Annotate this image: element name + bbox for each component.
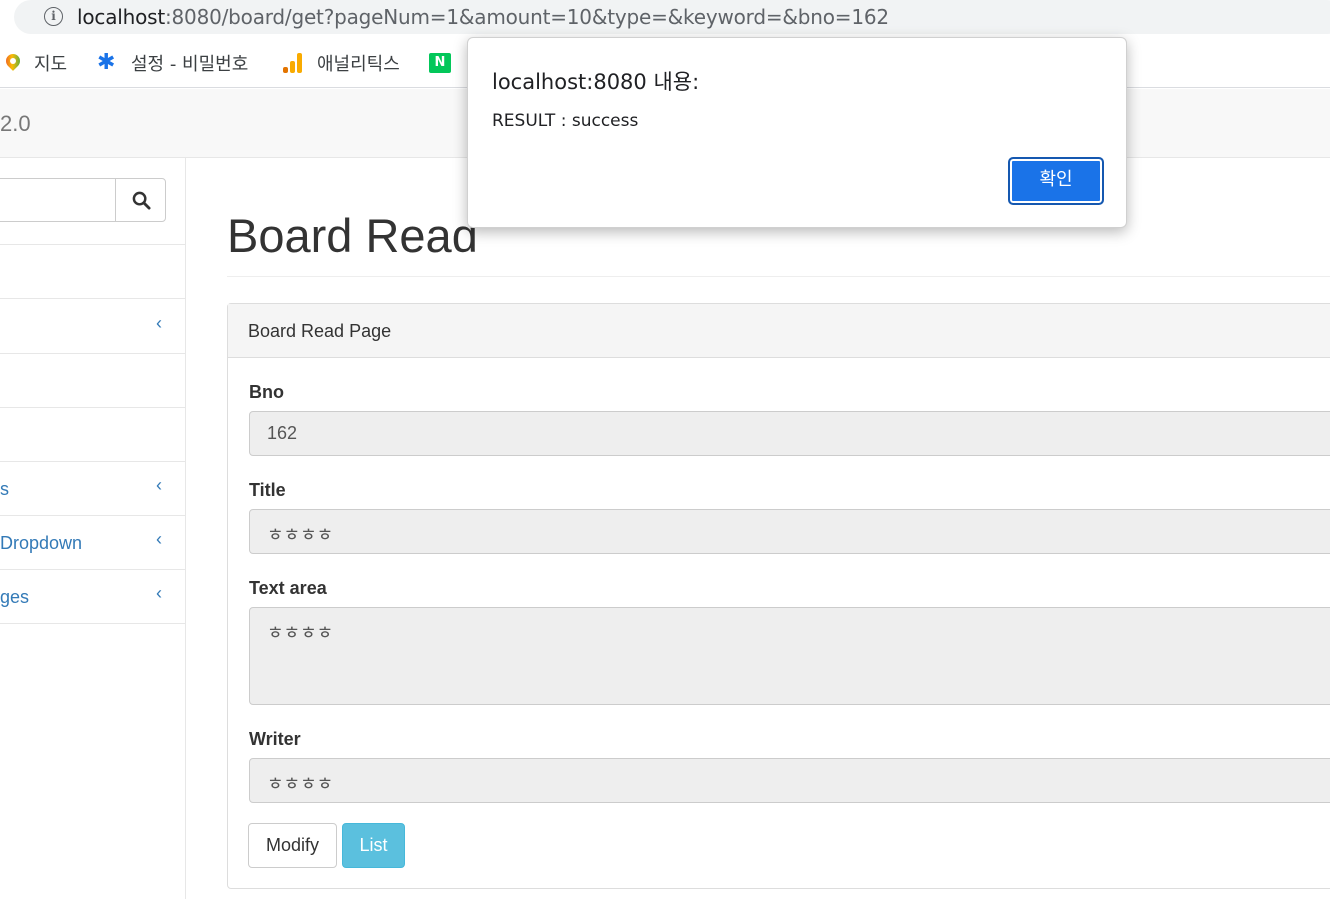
url-path: :8080/board/get?pageNum=1&amount=10&type… (164, 5, 889, 29)
modify-button[interactable]: Modify (248, 823, 337, 868)
board-read-panel: Board Read Page Bno 162 Title ㅎㅎㅎㅎ Text … (227, 303, 1330, 889)
content-textarea: ㅎㅎㅎㅎ (249, 607, 1330, 705)
main-content: Board Read Board Read Page Bno 162 Title… (187, 158, 1330, 899)
dialog-message: RESULT : success (492, 111, 639, 131)
bookmark-label: 지도 (34, 54, 68, 75)
panel-heading: Board Read Page (228, 304, 1330, 358)
dialog-title: localhost:8080 내용: (492, 70, 700, 94)
sidebar-item-label: s (0, 479, 9, 499)
navbar-brand[interactable]: 2.0 (0, 111, 31, 137)
writer-label: Writer (249, 729, 301, 749)
content-label: Text area (249, 578, 327, 598)
search-icon (132, 191, 151, 210)
sidebar-item-dropdown[interactable]: Dropdown ‹ (0, 515, 186, 570)
url-host: localhost (77, 5, 165, 29)
panel-title: Board Read Page (248, 321, 392, 341)
browser-address-bar: i localhost:8080/board/get?pageNum=1&amo… (0, 0, 1330, 36)
bookmark-analytics[interactable]: 애널리틱스 (283, 48, 400, 78)
title-label: Title (249, 480, 286, 500)
search-input[interactable] (0, 178, 116, 222)
url-text[interactable]: localhost:8080/board/get?pageNum=1&amoun… (77, 5, 889, 29)
bno-label: Bno (249, 382, 284, 402)
sidebar-item-pages[interactable]: ges ‹ (0, 569, 186, 624)
bookmark-naver[interactable]: N (429, 48, 465, 78)
sidebar-item-3[interactable] (0, 353, 186, 408)
bookmark-label: 설정 - 비밀번호 (131, 54, 249, 75)
sidebar-item-label: ges (0, 587, 30, 607)
dialog-ok-button[interactable]: 확인 (1008, 157, 1104, 205)
sidebar-item-1[interactable] (0, 244, 186, 299)
bookmark-maps[interactable]: 지도 (6, 48, 67, 78)
sidebar-search (0, 178, 166, 222)
bookmark-label: 애널리틱스 (317, 54, 400, 75)
analytics-bars-icon (283, 53, 303, 73)
search-button[interactable] (115, 178, 166, 222)
title-field: ㅎㅎㅎㅎ (249, 509, 1330, 554)
url-field[interactable]: i localhost:8080/board/get?pageNum=1&amo… (14, 0, 1330, 34)
sidebar-item-4[interactable] (0, 407, 186, 462)
gear-icon: ✱ (97, 50, 116, 75)
sidebar: ‹ s ‹ Dropdown ‹ ges ‹ (0, 158, 186, 899)
chevron-left-icon: ‹ (156, 313, 162, 333)
sidebar-item-5[interactable]: s ‹ (0, 461, 186, 516)
chevron-left-icon: ‹ (156, 475, 162, 495)
chevron-left-icon: ‹ (156, 529, 162, 549)
alert-dialog: localhost:8080 내용: RESULT : success 확인 (467, 37, 1127, 228)
site-info-icon[interactable]: i (44, 7, 63, 26)
naver-icon: N (429, 53, 451, 73)
bno-field: 162 (249, 411, 1330, 456)
maps-pin-icon (6, 54, 20, 72)
sidebar-item-2[interactable]: ‹ (0, 299, 186, 354)
writer-field: ㅎㅎㅎㅎ (249, 758, 1330, 803)
chevron-left-icon: ‹ (156, 583, 162, 603)
header-divider (227, 276, 1330, 277)
page-title: Board Read (227, 209, 478, 262)
list-button[interactable]: List (342, 823, 405, 868)
sidebar-item-label: Dropdown (0, 533, 83, 553)
bookmark-settings-password[interactable]: ✱ 설정 - 비밀번호 (97, 48, 248, 78)
